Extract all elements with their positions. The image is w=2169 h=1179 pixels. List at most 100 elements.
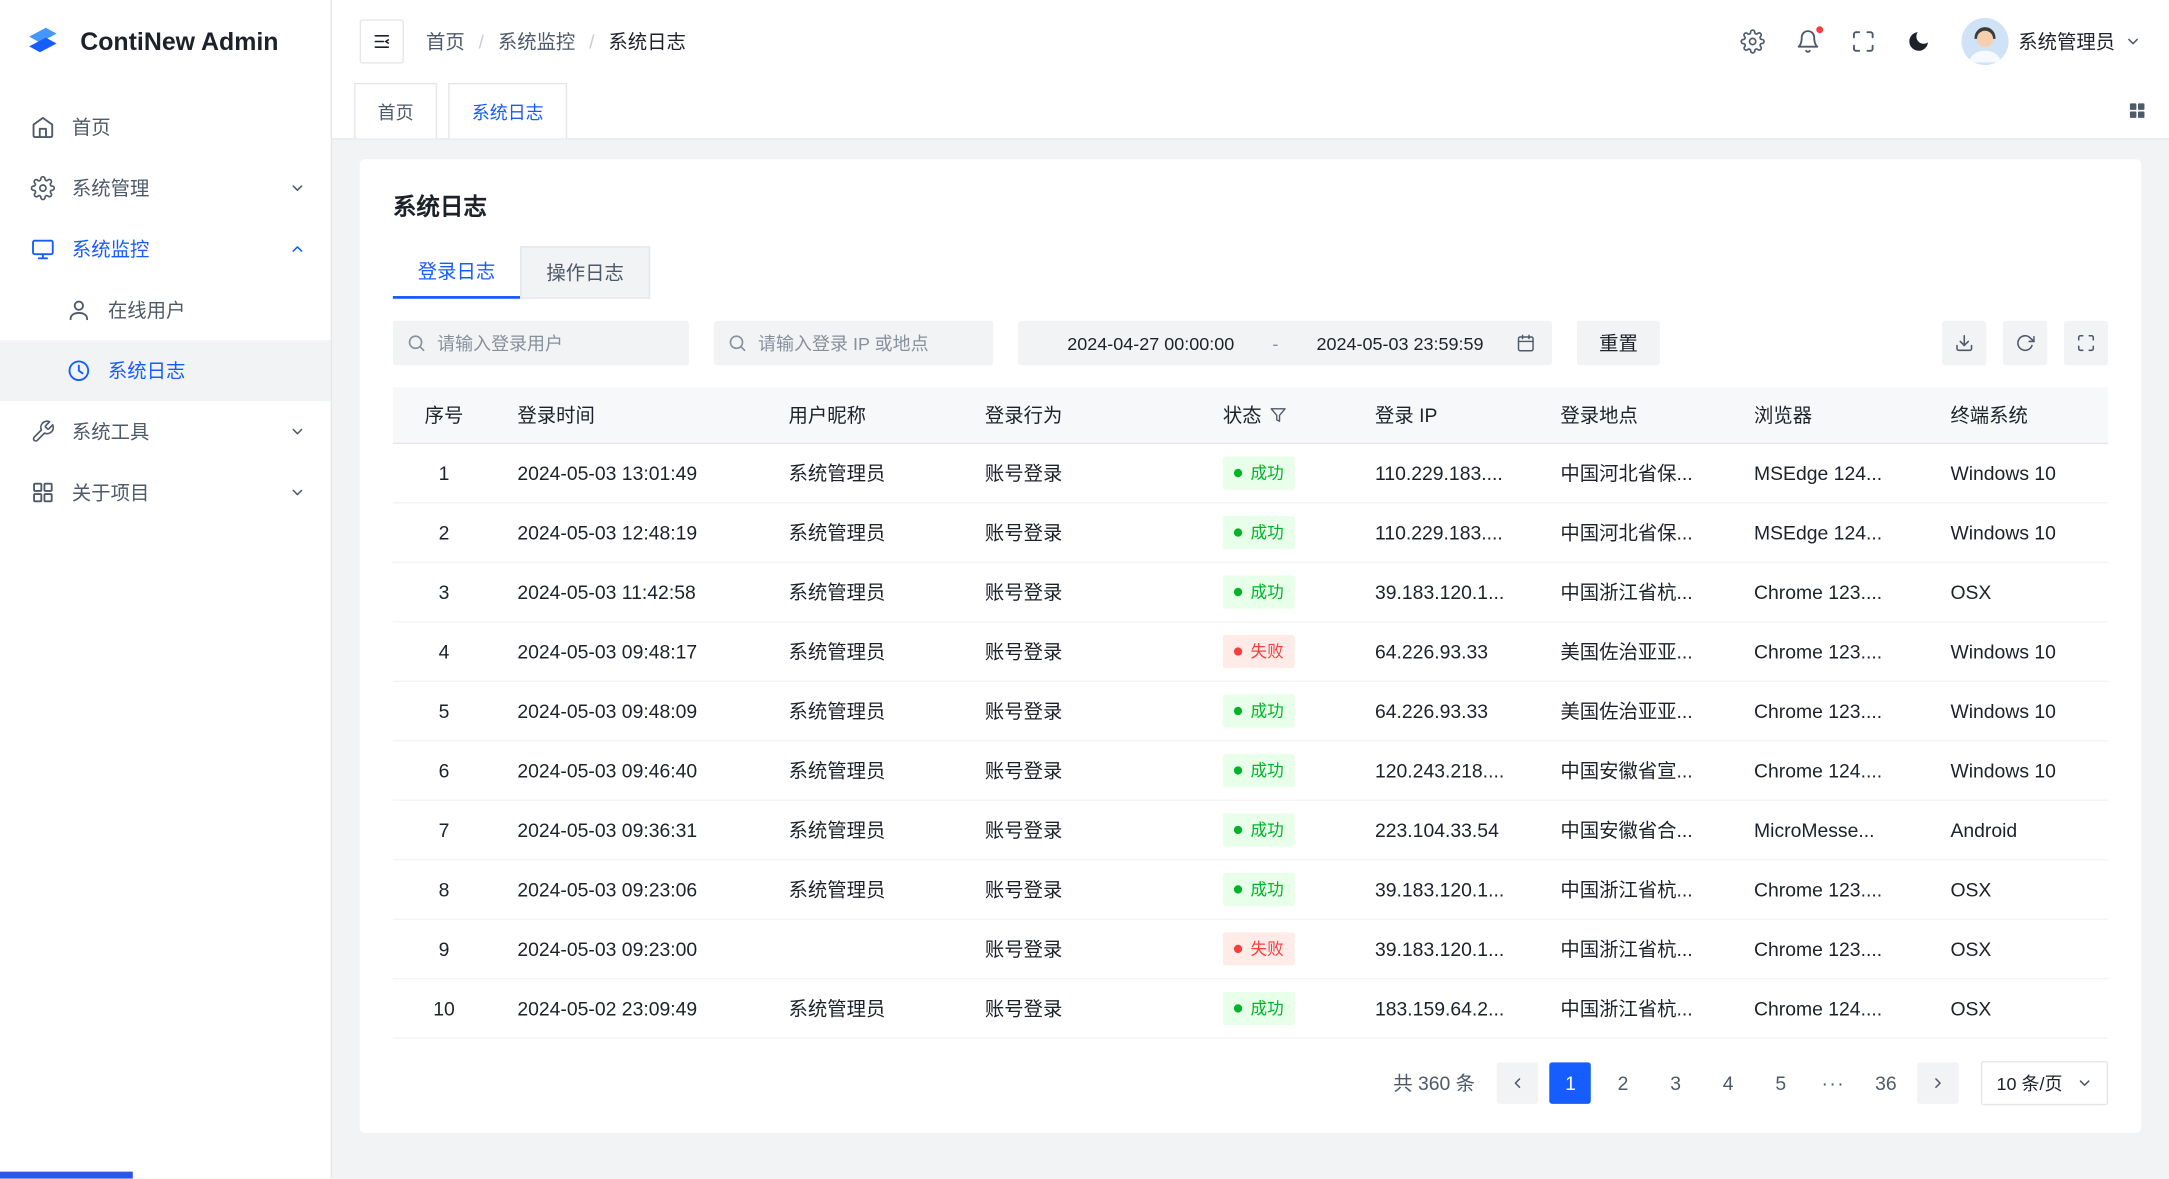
- page-size-select[interactable]: 10 条/页: [1981, 1060, 2108, 1104]
- page-title: 系统日志: [393, 187, 2108, 222]
- page-button[interactable]: 4: [1707, 1062, 1748, 1103]
- cell-behavior: 账号登录: [963, 621, 1201, 680]
- status-dot: [1234, 587, 1242, 595]
- login-log-table: 序号 登录时间 用户昵称 登录行为 状态: [393, 387, 2108, 1038]
- table-row: 3 2024-05-03 11:42:58 系统管理员 账号登录 成功 39.1…: [393, 562, 2108, 621]
- prev-page-button[interactable]: [1497, 1062, 1538, 1103]
- download-button[interactable]: [1942, 321, 1986, 365]
- next-page-button[interactable]: [1918, 1062, 1959, 1103]
- status-badge: 成功: [1223, 694, 1295, 727]
- sidebar-item-system-monitor[interactable]: 系统监控: [0, 219, 331, 280]
- status-text: 成功: [1250, 818, 1283, 842]
- cell-ip: 64.226.93.33: [1353, 621, 1538, 680]
- avatar: [1962, 18, 2009, 65]
- header-status-label: 状态: [1223, 401, 1262, 429]
- cell-index: 5: [393, 681, 495, 740]
- status-badge: 成功: [1223, 456, 1295, 489]
- app-logo[interactable]: ContiNew Admin: [0, 0, 331, 83]
- cell-os: Windows 10: [1928, 443, 2108, 502]
- sidebar-item-system-management[interactable]: 系统管理: [0, 158, 331, 219]
- tab-layout-grid-icon[interactable]: [2128, 101, 2147, 120]
- cell-browser: MSEdge 124...: [1732, 443, 1928, 502]
- route-tab-system-log[interactable]: 系统日志: [448, 83, 567, 138]
- status-dot: [1234, 706, 1242, 714]
- sidebar-item-system-log[interactable]: 系统日志: [0, 340, 331, 401]
- page-button[interactable]: 5: [1760, 1062, 1801, 1103]
- page-size-value: 10 条/页: [1997, 1069, 2063, 1095]
- cell-location: 美国佐治亚亚...: [1538, 681, 1732, 740]
- route-tabbar: 首页 系统日志: [332, 83, 2169, 140]
- cell-os: OSX: [1928, 919, 2108, 978]
- tab-login-log[interactable]: 登录日志: [393, 246, 520, 299]
- cell-behavior: 账号登录: [963, 919, 1201, 978]
- login-user-search[interactable]: [393, 321, 689, 365]
- status-badge: 成功: [1223, 515, 1295, 548]
- cell-status: 成功: [1201, 800, 1353, 859]
- sidebar-item-online-users[interactable]: 在线用户: [0, 279, 331, 340]
- status-dot: [1234, 766, 1242, 774]
- breadcrumb-separator: /: [479, 30, 484, 52]
- cell-index: 3: [393, 562, 495, 621]
- table-fullscreen-button[interactable]: [2064, 321, 2108, 365]
- status-dot: [1234, 825, 1242, 833]
- cell-login-time: 2024-05-03 13:01:49: [495, 443, 766, 502]
- sidebar-menu: 首页 系统管理 系统监控: [0, 83, 331, 537]
- page-ellipsis[interactable]: ···: [1813, 1062, 1854, 1103]
- cell-os: Windows 10: [1928, 502, 2108, 561]
- cell-nickname: 系统管理员: [766, 859, 962, 918]
- cell-ip: 223.104.33.54: [1353, 800, 1538, 859]
- sidebar-item-system-tools[interactable]: 系统工具: [0, 401, 331, 462]
- status-text: 失败: [1250, 936, 1283, 960]
- sidebar-collapse-button[interactable]: [360, 19, 404, 63]
- cell-status: 成功: [1201, 681, 1353, 740]
- topbar: 首页 / 系统监控 / 系统日志: [332, 0, 2169, 83]
- settings-gear-icon[interactable]: [1740, 29, 1765, 54]
- page-button[interactable]: 36: [1865, 1062, 1906, 1103]
- status-badge: 成功: [1223, 991, 1295, 1024]
- notification-bell-icon[interactable]: [1796, 29, 1821, 54]
- status-badge: 失败: [1223, 634, 1295, 667]
- cell-os: Windows 10: [1928, 621, 2108, 680]
- cell-os: Android: [1928, 800, 2108, 859]
- cell-nickname: 系统管理员: [766, 681, 962, 740]
- login-ip-search[interactable]: [714, 321, 993, 365]
- filter-bar: 2024-04-27 00:00:00 - 2024-05-03 23:59:5…: [393, 321, 2108, 365]
- cell-status: 成功: [1201, 443, 1353, 502]
- status-text: 成功: [1250, 520, 1283, 544]
- cell-ip: 110.229.183....: [1353, 502, 1538, 561]
- cell-behavior: 账号登录: [963, 502, 1201, 561]
- sidebar-item-home[interactable]: 首页: [0, 97, 331, 158]
- gear-icon: [30, 176, 55, 201]
- route-tab-home[interactable]: 首页: [354, 83, 437, 138]
- login-ip-input[interactable]: [758, 333, 979, 354]
- status-text: 成功: [1250, 580, 1283, 604]
- dark-mode-moon-icon[interactable]: [1906, 29, 1931, 54]
- horizontal-scrollbar-thumb[interactable]: [0, 1172, 133, 1179]
- table-action-buttons: [1942, 321, 2108, 365]
- cell-index: 7: [393, 800, 495, 859]
- user-menu[interactable]: 系统管理员: [1962, 18, 2142, 65]
- status-text: 失败: [1250, 639, 1283, 663]
- date-range-picker[interactable]: 2024-04-27 00:00:00 - 2024-05-03 23:59:5…: [1018, 321, 1552, 365]
- fullscreen-icon[interactable]: [1851, 29, 1876, 54]
- page-button[interactable]: 2: [1602, 1062, 1643, 1103]
- breadcrumb-item[interactable]: 系统监控: [498, 28, 575, 56]
- table-row: 2 2024-05-03 12:48:19 系统管理员 账号登录 成功 110.…: [393, 502, 2108, 561]
- page-button[interactable]: 1: [1550, 1062, 1591, 1103]
- reset-button[interactable]: 重置: [1577, 321, 1660, 365]
- cell-login-time: 2024-05-03 09:23:06: [495, 859, 766, 918]
- sidebar-item-about-project[interactable]: 关于项目: [0, 462, 331, 523]
- cell-ip: 39.183.120.1...: [1353, 859, 1538, 918]
- page-button[interactable]: 3: [1655, 1062, 1696, 1103]
- breadcrumb-separator: /: [589, 30, 594, 52]
- refresh-button[interactable]: [2003, 321, 2047, 365]
- sidebar-item-label: 首页: [72, 113, 111, 141]
- cell-index: 1: [393, 443, 495, 502]
- tab-operation-log[interactable]: 操作日志: [520, 246, 650, 299]
- sidebar-submenu: 在线用户 系统日志: [0, 279, 331, 401]
- login-user-input[interactable]: [437, 333, 675, 354]
- cell-behavior: 账号登录: [963, 800, 1201, 859]
- status-filter-funnel-icon[interactable]: [1270, 406, 1287, 423]
- sidebar-item-label: 系统管理: [72, 174, 149, 202]
- breadcrumb-item[interactable]: 首页: [426, 28, 465, 56]
